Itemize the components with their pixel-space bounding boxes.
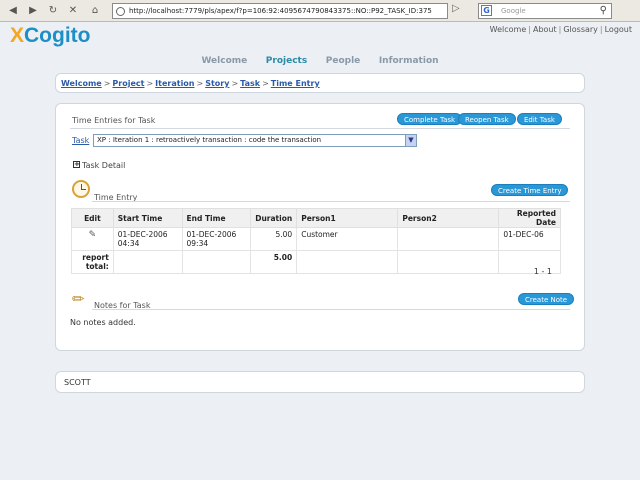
current-user: SCOTT bbox=[64, 378, 91, 387]
col-start-time[interactable]: Start Time bbox=[112, 208, 183, 228]
cell-person2 bbox=[397, 227, 500, 251]
go-icon[interactable]: ▷ bbox=[452, 3, 460, 14]
divider bbox=[92, 309, 570, 310]
total-empty bbox=[181, 250, 252, 274]
url-text: http://localhost:7779/pls/apex/f?p=106:9… bbox=[129, 7, 432, 15]
create-note-button[interactable]: Create Note bbox=[518, 293, 575, 305]
back-icon[interactable]: ◀ bbox=[4, 3, 22, 19]
breadcrumb: Welcome > Project > Iteration > Story > Task > Tim… bbox=[61, 79, 320, 88]
forward-icon[interactable]: ▶ bbox=[26, 3, 40, 19]
table-row: ✎ 01-DEC-2006 04:34 01-DEC-2006 09:34 5.… bbox=[71, 227, 561, 251]
total-empty bbox=[112, 250, 183, 274]
create-time-entry-button[interactable]: Create Time Entry bbox=[491, 184, 569, 196]
search-placeholder: Google bbox=[501, 7, 526, 15]
breadcrumb-project[interactable]: Project bbox=[112, 79, 144, 88]
total-empty bbox=[397, 250, 500, 274]
tab-information[interactable]: Information bbox=[379, 56, 439, 66]
col-person2[interactable]: Person2 bbox=[397, 208, 500, 228]
stop-icon[interactable]: ✕ bbox=[66, 3, 80, 19]
link-welcome[interactable]: Welcome bbox=[490, 25, 527, 34]
user-panel: SCOTT bbox=[55, 371, 585, 393]
tab-people[interactable]: People bbox=[326, 56, 361, 66]
clock-icon bbox=[72, 180, 90, 198]
col-reported-date[interactable]: Reported Date bbox=[498, 208, 561, 228]
pencil-icon: ✏ bbox=[72, 290, 85, 308]
cell-end-time: 01-DEC-2006 09:34 bbox=[181, 227, 252, 251]
main-nav: Welcome Projects People Information bbox=[0, 56, 640, 66]
logo-x: X bbox=[10, 24, 25, 47]
search-icon[interactable]: ⚲ bbox=[600, 4, 607, 18]
link-glossary[interactable]: Glossary bbox=[563, 25, 598, 34]
total-row: report total: 5.00 bbox=[71, 250, 561, 274]
divider bbox=[92, 201, 570, 202]
cell-duration: 5.00 bbox=[250, 227, 298, 251]
table-header-row: Edit Start Time End Time Duration Person… bbox=[71, 208, 561, 228]
divider bbox=[70, 128, 570, 129]
expand-plus-icon[interactable]: + bbox=[73, 161, 80, 168]
reopen-task-button[interactable]: Reopen Task bbox=[458, 113, 516, 125]
breadcrumb-time-entry[interactable]: Time Entry bbox=[271, 79, 320, 88]
search-input[interactable]: G Google ⚲ bbox=[478, 3, 612, 19]
home-icon[interactable]: ⌂ bbox=[88, 3, 102, 19]
breadcrumb-iteration[interactable]: Iteration bbox=[155, 79, 194, 88]
logo-rest: Cogito bbox=[24, 24, 91, 47]
pagination-text: 1 - 1 bbox=[533, 267, 552, 276]
link-about[interactable]: About bbox=[533, 25, 557, 34]
col-duration[interactable]: Duration bbox=[250, 208, 298, 228]
google-icon: G bbox=[481, 5, 492, 16]
task-select-value: XP : Iteration 1 : retroactively transac… bbox=[97, 136, 322, 144]
edit-cell: ✎ bbox=[71, 227, 114, 251]
task-detail-toggle[interactable]: Task Detail bbox=[82, 161, 125, 170]
reload-icon[interactable]: ↻ bbox=[46, 3, 60, 19]
col-person1[interactable]: Person1 bbox=[296, 208, 399, 228]
task-select[interactable]: XP : Iteration 1 : retroactively transac… bbox=[93, 134, 417, 147]
tab-welcome[interactable]: Welcome bbox=[201, 56, 247, 66]
total-label: report total: bbox=[71, 250, 114, 274]
cell-person1: Customer bbox=[296, 227, 399, 251]
total-empty bbox=[296, 250, 399, 274]
top-links: Welcome | About | Glossary | Logout bbox=[489, 25, 632, 34]
breadcrumb-story[interactable]: Story bbox=[205, 79, 229, 88]
no-notes-text: No notes added. bbox=[70, 318, 136, 327]
col-edit: Edit bbox=[71, 208, 114, 228]
address-bar[interactable]: http://localhost:7779/pls/apex/f?p=106:9… bbox=[112, 3, 448, 19]
cell-start-time: 01-DEC-2006 04:34 bbox=[112, 227, 183, 251]
breadcrumb-welcome[interactable]: Welcome bbox=[61, 79, 102, 88]
task-label[interactable]: Task bbox=[72, 136, 89, 145]
breadcrumb-task[interactable]: Task bbox=[240, 79, 260, 88]
cell-reported-date: 01-DEC-06 bbox=[498, 227, 561, 251]
page-favicon-icon bbox=[116, 7, 125, 16]
link-logout[interactable]: Logout bbox=[605, 25, 632, 34]
time-entry-table: Edit Start Time End Time Duration Person… bbox=[71, 208, 561, 274]
chevron-down-icon[interactable]: ▼ bbox=[405, 135, 416, 146]
app-logo[interactable]: XCogito bbox=[10, 24, 91, 48]
complete-task-button[interactable]: Complete Task bbox=[397, 113, 463, 125]
breadcrumb-panel: Welcome > Project > Iteration > Story > Task > Tim… bbox=[55, 73, 585, 93]
total-value: 5.00 bbox=[250, 250, 298, 274]
browser-toolbar: ◀ ▶ ↻ ✕ ⌂ http://localhost:7779/pls/apex… bbox=[0, 0, 640, 22]
col-end-time[interactable]: End Time bbox=[181, 208, 252, 228]
edit-pencil-icon[interactable]: ✎ bbox=[89, 230, 97, 240]
tab-projects[interactable]: Projects bbox=[266, 56, 307, 66]
edit-task-button[interactable]: Edit Task bbox=[517, 113, 562, 125]
main-panel: Time Entries for Task Complete Task Reop… bbox=[55, 103, 585, 351]
time-entries-title: Time Entries for Task bbox=[72, 116, 156, 125]
